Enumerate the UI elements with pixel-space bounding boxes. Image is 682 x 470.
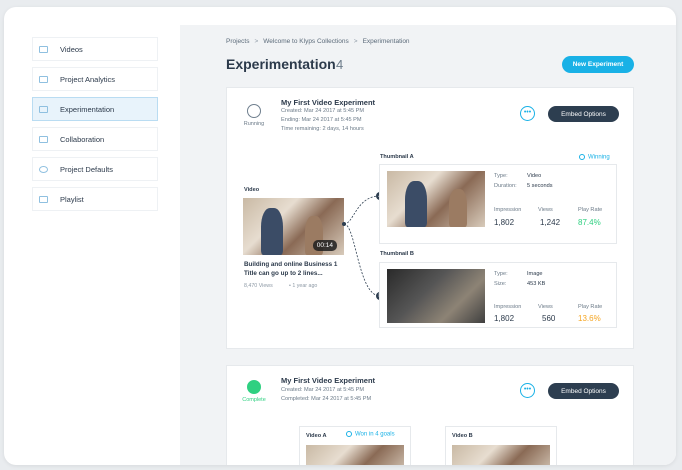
chevron-right-icon: > bbox=[353, 38, 358, 45]
sidebar-item-label: Videos bbox=[60, 44, 83, 54]
running-status-icon bbox=[247, 104, 261, 118]
video-label: Video bbox=[244, 187, 260, 193]
sidebar-item-experimentation[interactable]: Experimentation bbox=[32, 97, 158, 121]
complete-check-icon bbox=[247, 380, 261, 394]
sidebar-item-label: Collaboration bbox=[60, 134, 105, 144]
radio-icon bbox=[579, 154, 585, 160]
impression-header: Impression bbox=[494, 304, 522, 310]
chevron-right-icon: > bbox=[254, 38, 259, 45]
video-duration: 00:14 bbox=[312, 240, 337, 251]
sidebar-item-label: Project Defaults bbox=[60, 164, 113, 174]
impression-value: 1,802 bbox=[494, 314, 515, 323]
play-rate-value: 13.6% bbox=[578, 314, 601, 323]
type-value: Video bbox=[527, 173, 542, 179]
breadcrumb-current: Experimentation bbox=[362, 38, 410, 45]
sidebar-item-collaboration[interactable]: Collaboration bbox=[32, 127, 158, 151]
thumbnail-b-panel: Type: Image Size: 453 KB Impression View… bbox=[379, 262, 617, 328]
views-header: Views bbox=[538, 304, 553, 310]
breadcrumb: Projects > Welcome to Klyps Collections > Ex… bbox=[226, 38, 410, 45]
experiment-title[interactable]: My First Video Experiment bbox=[281, 376, 375, 385]
type-value: Image bbox=[527, 271, 543, 277]
person-figure bbox=[405, 181, 427, 227]
video-title[interactable]: Building and online Business 1 Title can … bbox=[244, 260, 337, 278]
ending-date: Ending: Mar 24 2017 at 5:45 PM bbox=[281, 117, 362, 123]
experiment-icon bbox=[39, 105, 48, 113]
duration-key: Duration: bbox=[494, 183, 517, 189]
gear-icon bbox=[39, 165, 48, 173]
thumbnail-a-label: Thumbnail A bbox=[380, 154, 414, 160]
sidebar-item-label: Playlist bbox=[60, 194, 84, 204]
sidebar-item-label: Experimentation bbox=[60, 104, 115, 114]
video-age: • 1 year ago bbox=[289, 283, 318, 289]
experiment-card: Complete My First Video Experiment Creat… bbox=[226, 365, 634, 465]
embed-options-button[interactable]: Embed Options bbox=[548, 106, 619, 122]
views-value: 560 bbox=[542, 314, 556, 323]
impression-header: Impression bbox=[494, 207, 522, 213]
views-value: 1,242 bbox=[540, 218, 561, 227]
type-key: Type: bbox=[494, 173, 508, 179]
status-label: Complete bbox=[242, 397, 266, 403]
thumbnail-b-label: Thumbnail B bbox=[380, 251, 414, 257]
sidebar-item-project-defaults[interactable]: Project Defaults bbox=[32, 157, 158, 181]
more-options-icon[interactable]: ••• bbox=[520, 383, 535, 398]
sidebar-item-project-analytics[interactable]: Project Analytics bbox=[32, 67, 158, 91]
collaboration-icon bbox=[39, 135, 48, 143]
video-views: 8,470 Views bbox=[244, 283, 273, 289]
person-figure bbox=[261, 208, 283, 255]
playlist-icon bbox=[39, 195, 48, 203]
video-a-panel: Video A Won in 4 goals bbox=[299, 426, 411, 465]
analytics-icon bbox=[39, 75, 48, 83]
more-options-icon[interactable]: ••• bbox=[520, 106, 535, 121]
sidebar-item-label: Project Analytics bbox=[60, 74, 116, 84]
embed-options-button[interactable]: Embed Options bbox=[548, 383, 619, 399]
video-icon bbox=[39, 45, 48, 53]
page-title: Experimentation bbox=[226, 56, 336, 72]
experiment-count: 4 bbox=[336, 57, 344, 72]
sidebar: Videos Project Analytics Experimentation… bbox=[32, 37, 158, 217]
thumbnail-a-image[interactable] bbox=[387, 171, 485, 227]
type-key: Type: bbox=[494, 271, 508, 277]
video-b-panel: Video B bbox=[445, 426, 557, 465]
sidebar-item-videos[interactable]: Videos bbox=[32, 37, 158, 61]
breadcrumb-collection[interactable]: Welcome to Klyps Collections bbox=[263, 38, 349, 45]
time-remaining: Time remaining: 2 days, 14 hours bbox=[281, 126, 364, 132]
experiment-card: Running My First Video Experiment Create… bbox=[226, 87, 634, 349]
video-a-label: Video A bbox=[306, 433, 327, 439]
created-date: Created: Mar 24 2017 at 5:45 PM bbox=[281, 108, 365, 114]
views-header: Views bbox=[538, 207, 553, 213]
size-key: Size: bbox=[494, 281, 507, 287]
completed-date: Completed: Mar 24 2017 at 5:45 PM bbox=[281, 396, 372, 402]
experiment-title[interactable]: My First Video Experiment bbox=[281, 98, 375, 107]
duration-value: 5 seconds bbox=[527, 183, 553, 189]
video-a-thumbnail[interactable] bbox=[306, 445, 404, 465]
person-figure bbox=[449, 189, 467, 227]
winning-badge: Winning bbox=[579, 154, 610, 161]
sidebar-item-playlist[interactable]: Playlist bbox=[32, 187, 158, 211]
thumbnail-a-panel: Type: Video Duration: 5 seconds Impressi… bbox=[379, 164, 617, 244]
video-thumbnail[interactable]: 00:14 bbox=[243, 198, 344, 255]
main-content: Projects > Welcome to Klyps Collections > Ex… bbox=[180, 25, 676, 465]
play-rate-header: Play Rate bbox=[578, 207, 603, 213]
status-label: Running bbox=[243, 121, 265, 127]
thumbnail-b-image[interactable] bbox=[387, 269, 485, 323]
video-b-thumbnail[interactable] bbox=[452, 445, 550, 465]
play-rate-header: Play Rate bbox=[578, 304, 603, 310]
breadcrumb-projects[interactable]: Projects bbox=[226, 38, 249, 45]
size-value: 453 KB bbox=[527, 281, 546, 287]
app-window: Videos Project Analytics Experimentation… bbox=[4, 7, 676, 465]
impression-value: 1,802 bbox=[494, 218, 515, 227]
new-experiment-button[interactable]: New Experiment bbox=[562, 56, 634, 73]
video-b-label: Video B bbox=[452, 433, 473, 439]
play-rate-value: 87.4% bbox=[578, 218, 601, 227]
radio-icon bbox=[346, 431, 352, 437]
created-date: Created: Mar 24 2017 at 5:45 PM bbox=[281, 387, 365, 393]
win-badge: Won in 4 goals bbox=[346, 431, 395, 438]
